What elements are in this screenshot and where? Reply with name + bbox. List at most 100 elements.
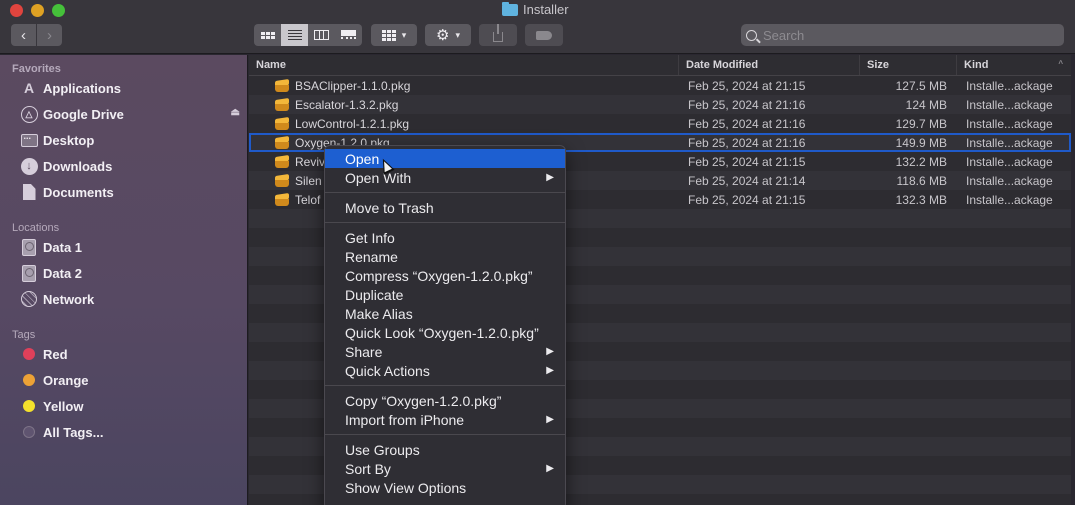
sort-ascending-icon: ^: [1058, 59, 1063, 68]
action-menu-button[interactable]: ⚙ ▾: [425, 24, 471, 46]
sidebar-section-tags: Tags: [12, 329, 36, 341]
column-view-button[interactable]: [308, 24, 335, 46]
menu-separator: [325, 434, 565, 435]
sidebar-item-tag-yellow[interactable]: Yellow: [0, 393, 247, 419]
edit-tags-button[interactable]: [525, 24, 563, 46]
sidebar-item-label: Data 2: [43, 265, 83, 281]
sidebar: Favorites A Applications △ Google Drive …: [0, 55, 248, 505]
menu-separator: [325, 385, 565, 386]
sidebar-item-desktop[interactable]: Desktop: [0, 127, 247, 153]
orange-tag-icon: [20, 372, 38, 388]
red-tag-icon: [20, 346, 38, 362]
submenu-arrow-icon: ▶: [546, 414, 554, 425]
menu-item-open[interactable]: Open: [325, 149, 565, 168]
submenu-arrow-icon: ▶: [546, 346, 554, 357]
column-headers: Name Date Modified Size Kind ^: [249, 55, 1071, 76]
menu-item-duplicate[interactable]: Duplicate: [325, 285, 565, 304]
sidebar-item-label: Google Drive: [43, 106, 124, 122]
submenu-arrow-icon: ▶: [546, 172, 554, 183]
sidebar-item-applications[interactable]: A Applications: [0, 75, 247, 101]
sidebar-item-google-drive[interactable]: △ Google Drive ⏏: [0, 101, 247, 127]
menu-item-share[interactable]: Share ▶: [325, 342, 565, 361]
menu-item-get-info[interactable]: Get Info: [325, 228, 565, 247]
menu-item-quick-look-oxygen-1-2-0-pkg[interactable]: Quick Look “Oxygen-1.2.0.pkg”: [325, 323, 565, 342]
network-icon: [20, 291, 38, 307]
search-field[interactable]: [741, 24, 1064, 46]
file-date: Feb 25, 2024 at 21:15: [688, 78, 806, 93]
sidebar-item-tag-orange[interactable]: Orange: [0, 367, 247, 393]
file-name: LowControl-1.2.1.pkg: [295, 116, 410, 131]
minimize-window-button[interactable]: [31, 4, 44, 17]
package-icon: [275, 194, 289, 206]
file-kind: Installe...ackage: [966, 154, 1053, 169]
package-icon: [275, 118, 289, 130]
sidebar-item-label: Applications: [43, 80, 122, 96]
forward-button[interactable]: ›: [37, 24, 62, 46]
menu-item-import-from-iphone[interactable]: Import from iPhone ▶: [325, 410, 565, 429]
column-header-kind[interactable]: Kind ^: [957, 55, 1071, 75]
submenu-arrow-icon: ▶: [546, 365, 554, 376]
column-header-size[interactable]: Size: [860, 55, 957, 75]
column-header-name[interactable]: Name: [249, 55, 679, 75]
menu-item-move-to-trash[interactable]: Move to Trash: [325, 198, 565, 217]
file-row[interactable]: Escalator-1.3.2.pkg Feb 25, 2024 at 21:16…: [249, 95, 1071, 114]
file-kind: Installe...ackage: [966, 135, 1053, 150]
eject-icon[interactable]: ⏏: [231, 107, 240, 118]
title-bar: Installer ‹ › ▾ ⚙ ▾: [0, 0, 1075, 54]
sidebar-item-documents[interactable]: Documents: [0, 179, 247, 205]
sidebar-item-data-2[interactable]: Data 2: [0, 260, 247, 286]
group-by-button[interactable]: ▾: [371, 24, 417, 46]
menu-item-label: Quick Look “Oxygen-1.2.0.pkg”: [345, 324, 539, 341]
file-date: Feb 25, 2024 at 21:15: [688, 192, 806, 207]
window-title-text: Installer: [523, 2, 569, 17]
package-icon: [275, 80, 289, 92]
sidebar-item-network[interactable]: Network: [0, 286, 247, 312]
close-window-button[interactable]: [10, 4, 23, 17]
menu-item-compress-oxygen-1-2-0-pkg[interactable]: Compress “Oxygen-1.2.0.pkg”: [325, 266, 565, 285]
file-name: Escalator-1.3.2.pkg: [295, 97, 399, 112]
column-header-date-modified[interactable]: Date Modified: [679, 55, 860, 75]
share-button[interactable]: [479, 24, 517, 46]
chevron-down-icon: ▾: [455, 29, 460, 40]
sidebar-item-all-tags[interactable]: All Tags...: [0, 419, 247, 445]
sidebar-section-locations: Locations: [12, 222, 60, 234]
menu-item-rename[interactable]: Rename: [325, 247, 565, 266]
package-icon: [275, 175, 289, 187]
file-kind: Installe...ackage: [966, 192, 1053, 207]
sidebar-item-label: Downloads: [43, 158, 113, 174]
sidebar-item-downloads[interactable]: ↓ Downloads: [0, 153, 247, 179]
disk-icon: [20, 238, 38, 256]
sidebar-item-data-1[interactable]: Data 1: [0, 234, 247, 260]
file-row[interactable]: BSAClipper-1.1.0.pkg Feb 25, 2024 at 21:1…: [249, 76, 1071, 95]
file-name: Telof: [295, 192, 321, 207]
list-view-button[interactable]: [281, 24, 308, 46]
menu-item-copy-oxygen-1-2-0-pkg[interactable]: Copy “Oxygen-1.2.0.pkg”: [325, 391, 565, 410]
zoom-window-button[interactable]: [52, 4, 65, 17]
gear-icon: ⚙: [436, 27, 450, 44]
context-menu: Open Open With ▶ Move to Trash Get Info Renam…: [324, 145, 566, 505]
menu-item-show-view-options[interactable]: Show View Options: [325, 478, 565, 497]
back-button[interactable]: ‹: [11, 24, 36, 46]
chevron-right-icon: ›: [47, 26, 52, 44]
menu-item-label: Sort By: [345, 460, 391, 477]
file-date: Feb 25, 2024 at 21:16: [688, 135, 806, 150]
sidebar-item-label: Documents: [43, 184, 114, 200]
gallery-view-button[interactable]: [335, 24, 362, 46]
file-row[interactable]: LowControl-1.2.1.pkg Feb 25, 2024 at 21:1…: [249, 114, 1071, 133]
search-input[interactable]: [763, 27, 1053, 43]
sidebar-item-tag-red[interactable]: Red: [0, 341, 247, 367]
column-header-kind-label: Kind: [964, 59, 989, 71]
file-size: 132.3 MB: [895, 192, 947, 207]
menu-item-make-alias[interactable]: Make Alias: [325, 304, 565, 323]
menu-item-quick-actions[interactable]: Quick Actions ▶: [325, 361, 565, 380]
sidebar-item-label: Orange: [43, 372, 89, 388]
file-size: 118.6 MB: [896, 173, 947, 188]
menu-item-sort-by[interactable]: Sort By ▶: [325, 459, 565, 478]
menu-item-open-with[interactable]: Open With ▶: [325, 168, 565, 187]
group-grid-icon: [381, 29, 396, 41]
disk-icon: [20, 264, 38, 282]
icon-view-button[interactable]: [254, 24, 281, 46]
menu-item-use-groups[interactable]: Use Groups: [325, 440, 565, 459]
package-icon: [275, 99, 289, 111]
menu-item-label: Open: [345, 150, 380, 167]
